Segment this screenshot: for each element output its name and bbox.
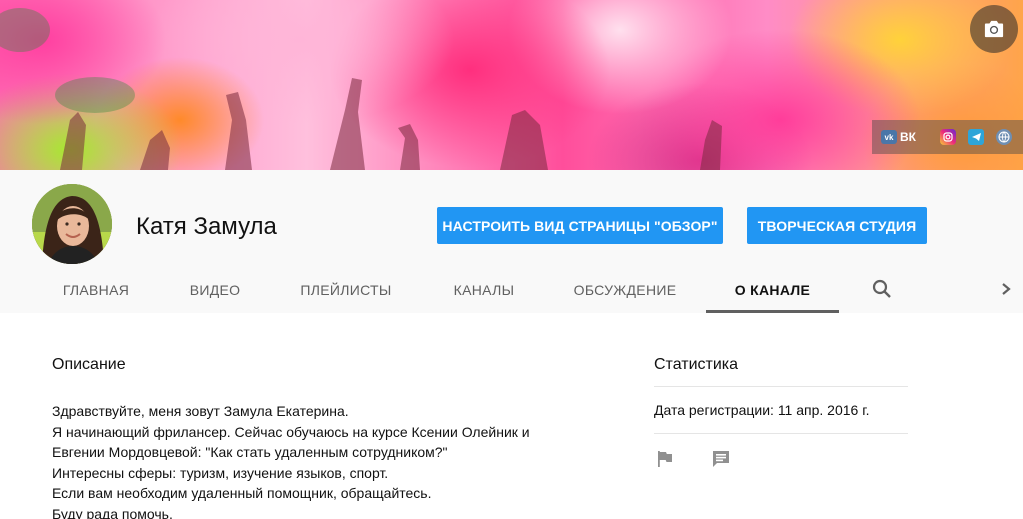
registration-date: Дата регистрации: 11 апр. 2016 г. [654, 402, 870, 418]
description-line: Евгении Мордовцевой: "Как стать удаленны… [52, 444, 448, 460]
description-line: Если вам необходим удаленный помощник, о… [52, 485, 432, 501]
description-heading: Описание [52, 356, 126, 373]
tab-about[interactable]: О КАНАЛЕ [706, 267, 839, 313]
description-line: Я начинающий фрилансер. Сейчас обучаюсь … [52, 423, 530, 440]
tab-home[interactable]: ГЛАВНАЯ [46, 267, 146, 313]
description-line: Интересны сферы: туризм, изучение языков… [52, 464, 389, 481]
channel-banner: vk ВК [0, 0, 1023, 170]
channel-header: Катя Замула НАСТРОИТЬ ВИД СТРАНИЦЫ "ОБЗО… [0, 170, 1023, 313]
telegram-icon[interactable] [968, 129, 984, 145]
description-text: Здравствуйте, меня зовут Замула Екатерин… [52, 401, 530, 519]
creator-studio-button[interactable]: ТВОРЧЕСКАЯ СТУДИЯ [747, 207, 927, 244]
stats-panel: Статистика Дата регистрации: 11 апр. 201… [654, 356, 908, 467]
tab-channels[interactable]: КАНАЛЫ [440, 267, 528, 313]
vk-icon: vk [881, 130, 897, 144]
avatar[interactable] [32, 184, 112, 264]
camera-icon [984, 20, 1004, 38]
chevron-right-icon[interactable] [996, 277, 1016, 301]
tab-playlists[interactable]: ПЛЕЙЛИСТЫ [288, 267, 404, 313]
customize-page-button[interactable]: НАСТРОИТЬ ВИД СТРАНИЦЫ "ОБЗОР" [437, 207, 723, 244]
stats-heading: Статистика [654, 356, 739, 373]
banner-art [0, 8, 722, 170]
edit-banner-button[interactable] [970, 5, 1018, 53]
about-section: Описание Здравствуйте, меня зовут Замула… [0, 313, 1023, 519]
vk-link-label: ВК [900, 130, 916, 144]
avatar-photo [32, 184, 112, 264]
description-line: Буду рада помочь. [52, 505, 173, 519]
channel-name: Катя Замула [136, 213, 277, 240]
instagram-icon[interactable] [940, 129, 956, 145]
social-links: vk ВК [872, 120, 1023, 154]
stats-actions [654, 448, 732, 470]
channel-tabs: ГЛАВНАЯ ВИДЕО ПЛЕЙЛИСТЫ КАНАЛЫ ОБСУЖДЕНИ… [0, 267, 1023, 313]
divider [654, 433, 908, 434]
description-line: Здравствуйте, меня зовут Замула Екатерин… [52, 403, 349, 419]
flag-icon[interactable] [654, 448, 676, 470]
tab-discussion[interactable]: ОБСУЖДЕНИЕ [562, 267, 688, 313]
vk-link[interactable]: vk ВК [881, 130, 916, 144]
tab-videos[interactable]: ВИДЕО [174, 267, 256, 313]
search-icon[interactable] [870, 277, 894, 301]
message-icon[interactable] [710, 448, 732, 470]
globe-icon[interactable] [996, 129, 1012, 145]
